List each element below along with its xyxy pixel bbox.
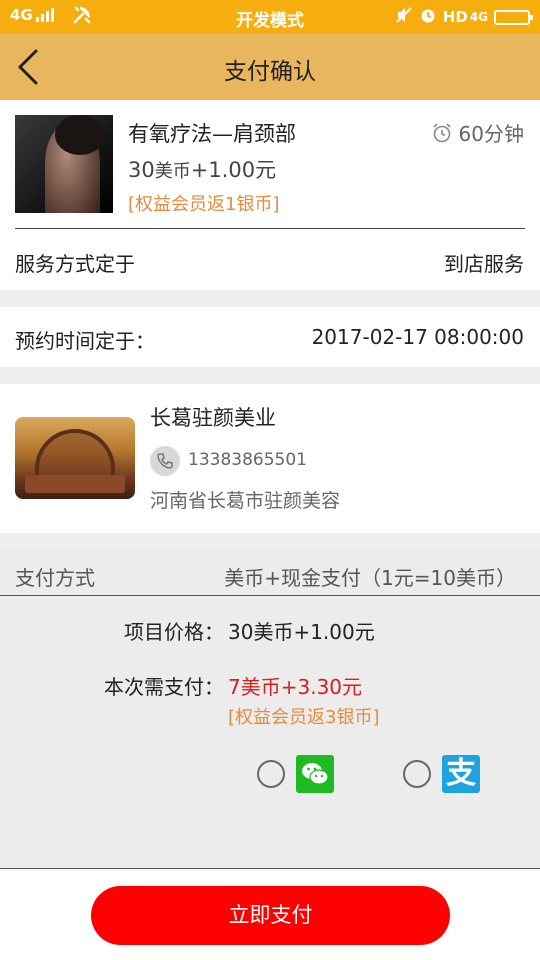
wechat-pay-icon[interactable] (296, 755, 334, 793)
pay-now-button[interactable]: 立即支付 (91, 886, 450, 945)
divider (15, 228, 525, 229)
battery-icon (494, 9, 533, 25)
need-pay-label: 本次需支付： (104, 675, 224, 699)
price-unit: 美币 (154, 161, 191, 182)
shop-name: 长葛驻颜美业 (150, 406, 276, 430)
shop-phone[interactable]: 13383865501 (188, 450, 307, 470)
footer: 立即支付 (0, 868, 540, 960)
appointment-row: 预约时间定于： 2017-02-17 08:00:00 (0, 307, 540, 367)
product-title: 有氧疗法—肩颈部 (128, 122, 296, 146)
appointment-label: 预约时间定于： (15, 329, 155, 353)
need-pay-bonus: [权益会员返3银币] (228, 707, 380, 728)
product-card: 有氧疗法—肩颈部 30美币+1.00元 [权益会员返1银币] 60分钟 服务方式… (0, 100, 540, 290)
service-value: 到店服务 (444, 252, 524, 276)
alarm-clock-icon (432, 122, 451, 142)
product-bonus: [权益会员返1银币] (128, 194, 280, 215)
nav-bar: 支付确认 (0, 34, 540, 100)
shop-address: 河南省长葛市驻颜美容 (150, 490, 341, 512)
need-pay-value: 7美币+3.30元 (228, 675, 363, 699)
payment-method-value: 美币+现金支付（1元=10美币） (224, 566, 516, 590)
status-bar: 4G 开发模式 HD 4G (0, 0, 540, 34)
product-price: 30美币+1.00元 (128, 154, 276, 184)
alipay-radio[interactable] (403, 760, 431, 788)
divider (0, 595, 540, 596)
duration-text: 60分钟 (458, 122, 524, 146)
phone-icon[interactable] (150, 446, 180, 476)
payment-method-label: 支付方式 (15, 566, 95, 590)
product-image (15, 115, 113, 213)
mute-icon (395, 6, 413, 28)
hd-network: 4G (469, 10, 488, 24)
payment-section: 支付方式 美币+现金支付（1元=10美币） 项目价格： 30美币+1.00元 本… (0, 550, 540, 868)
page-title: 支付确认 (224, 59, 316, 85)
status-right: HD 4G (395, 6, 533, 28)
service-label: 服务方式定于 (15, 252, 135, 276)
wechat-pay-radio[interactable] (257, 760, 285, 788)
alarm-status-icon (419, 6, 437, 28)
hd-label: HD (442, 8, 468, 26)
shop-card[interactable]: 长葛驻颜美业 13383865501 河南省长葛市驻颜美容 (0, 384, 540, 533)
item-price-value: 30美币+1.00元 (228, 620, 375, 644)
duration: 60分钟 (431, 118, 524, 147)
appointment-value: 2017-02-17 08:00:00 (311, 325, 524, 349)
shop-image (15, 417, 135, 499)
item-price-label: 项目价格： (124, 620, 224, 644)
alipay-icon[interactable]: 支 (442, 755, 480, 793)
price-extra: +1.00元 (190, 158, 277, 182)
price-number: 30 (128, 158, 155, 182)
